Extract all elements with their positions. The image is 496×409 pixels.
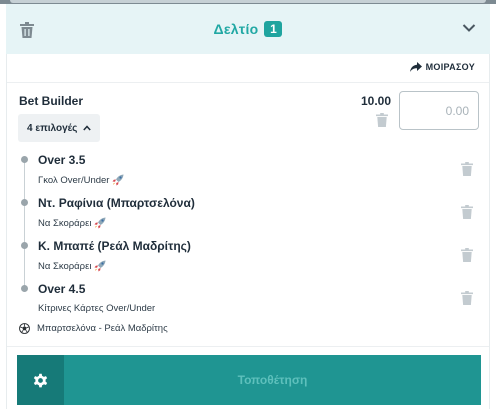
selection-count-badge: 1 bbox=[264, 21, 283, 37]
chevron-down-icon[interactable] bbox=[462, 23, 476, 33]
match-row: Μπαρτσελόνα - Ρεάλ Μαδρίτης bbox=[19, 323, 168, 334]
leg-item: Over 3.5 Γκολ Over/Under bbox=[38, 153, 124, 186]
betslip-title: Δελτίο bbox=[213, 21, 259, 37]
share-label: ΜΟΙΡΑΣΟΥ bbox=[425, 62, 475, 72]
stake-input[interactable] bbox=[399, 91, 479, 130]
legs-timeline bbox=[24, 158, 25, 288]
timeline-dot bbox=[21, 199, 28, 206]
rocket-icon bbox=[112, 174, 124, 186]
leg-name: Κ. Μπαπέ (Ρεάλ Μαδρίτης) bbox=[38, 239, 191, 253]
top-edge-inner bbox=[10, 0, 486, 3]
rocket-icon bbox=[94, 260, 106, 272]
trash-icon[interactable] bbox=[461, 162, 473, 176]
trash-icon[interactable] bbox=[461, 291, 473, 305]
leg-market: Να Σκοράρει bbox=[38, 217, 195, 229]
leg-market-label: Να Σκοράρει bbox=[38, 260, 92, 272]
rocket-icon bbox=[94, 217, 106, 229]
betslip-panel: ΜΟΙΡΑΣΟΥ Bet Builder 4 επιλογές 10.00 Ov… bbox=[6, 54, 490, 409]
match-label: Μπαρτσελόνα - Ρεάλ Μαδρίτης bbox=[37, 323, 168, 334]
selections-toggle[interactable]: 4 επιλογές bbox=[18, 114, 101, 142]
leg-item: Κ. Μπαπέ (Ρεάλ Μαδρίτης) Να Σκοράρει bbox=[38, 239, 191, 272]
settings-button[interactable] bbox=[17, 355, 64, 405]
chevron-up-icon bbox=[83, 125, 92, 131]
leg-name: Ντ. Ραφίνια (Μπαρτσελόνα) bbox=[38, 196, 195, 210]
divider bbox=[7, 346, 489, 347]
leg-item: Over 4.5 Κίτρινες Κάρτες Over/Under bbox=[38, 282, 155, 314]
leg-name: Over 4.5 bbox=[38, 282, 86, 296]
gear-icon bbox=[33, 373, 48, 387]
place-bet-button[interactable]: Τοποθέτηση bbox=[64, 355, 481, 405]
leg-market-label: Γκολ Over/Under bbox=[38, 174, 110, 186]
timeline-dot bbox=[21, 285, 28, 292]
trash-icon[interactable] bbox=[461, 248, 473, 262]
share-row: ΜΟΙΡΑΣΟΥ bbox=[7, 54, 489, 83]
share-button[interactable]: ΜΟΙΡΑΣΟΥ bbox=[409, 62, 475, 72]
leg-market: Γκολ Over/Under bbox=[38, 174, 124, 186]
trash-icon[interactable] bbox=[461, 205, 473, 219]
place-bet-bar: Τοποθέτηση bbox=[17, 355, 481, 405]
leg-item: Ντ. Ραφίνια (Μπαρτσελόνα) Να Σκοράρει bbox=[38, 196, 195, 229]
share-arrow-icon bbox=[409, 62, 422, 72]
leg-name: Over 3.5 bbox=[38, 153, 86, 167]
bet-builder-title: Bet Builder bbox=[19, 94, 84, 108]
selections-toggle-label: 4 επιλογές bbox=[27, 122, 78, 134]
leg-market: Να Σκοράρει bbox=[38, 260, 191, 272]
leg-market-label: Να Σκοράρει bbox=[38, 217, 92, 229]
leg-market-label: Κίτρινες Κάρτες Over/Under bbox=[38, 303, 156, 314]
football-icon bbox=[19, 323, 30, 334]
leg-market: Κίτρινες Κάρτες Over/Under bbox=[38, 303, 155, 314]
trash-icon[interactable] bbox=[20, 22, 34, 38]
timeline-dot bbox=[21, 156, 28, 163]
total-odds: 10.00 bbox=[361, 94, 392, 108]
betslip-header[interactable]: Δελτίο 1 bbox=[6, 4, 490, 54]
trash-icon[interactable] bbox=[376, 113, 388, 127]
timeline-dot bbox=[21, 242, 28, 249]
